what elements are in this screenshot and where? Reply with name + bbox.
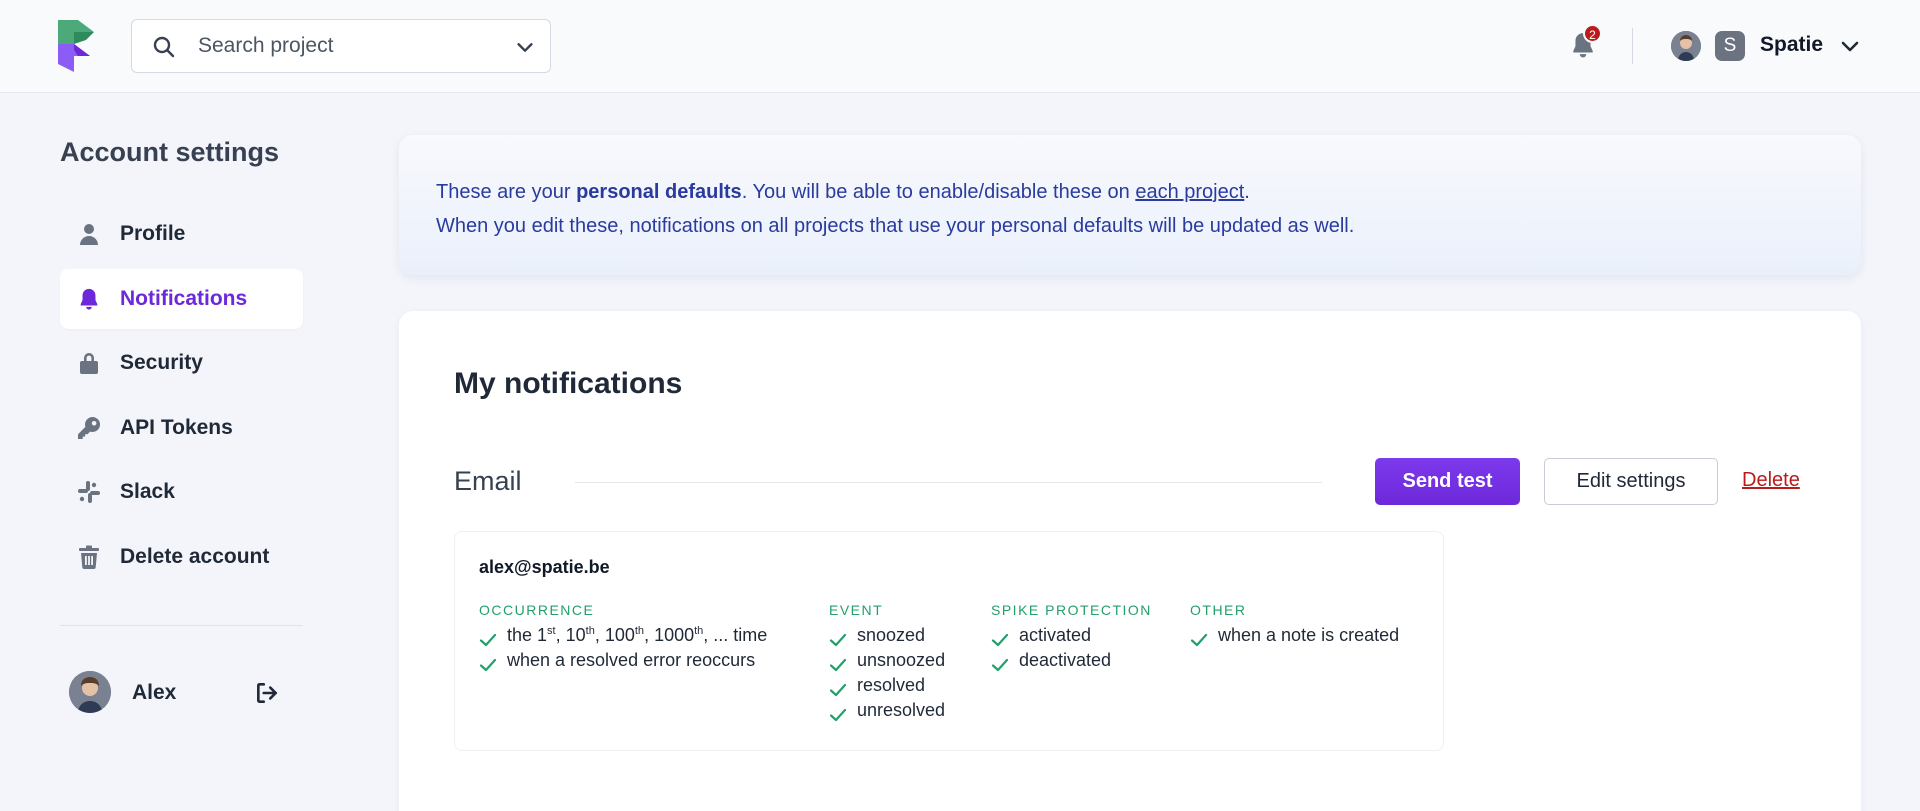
banner-line-2: When you edit these, notifications on al… (436, 215, 1355, 237)
settings-nav: Profile Notifications Security API Token… (60, 204, 303, 591)
sidebar-item-label: Delete account (120, 544, 270, 568)
list-item-label: unresolved (857, 700, 946, 720)
list-item: snoozed (829, 625, 945, 650)
sidebar-item-slack[interactable]: Slack (60, 462, 303, 522)
trash-icon (79, 545, 99, 569)
channel-title: Email (454, 466, 522, 496)
list-item-label: when a resolved error reoccurs (507, 650, 756, 670)
check-icon (829, 658, 847, 672)
sidebar-item-api-tokens[interactable]: API Tokens (60, 398, 303, 458)
sidebar-item-label: Slack (120, 480, 175, 503)
banner-text: These are your (436, 181, 577, 203)
edit-settings-button[interactable]: Edit settings (1544, 458, 1718, 505)
occurrence-text: , 10 (555, 625, 586, 645)
list-item-label: deactivated (1019, 650, 1112, 670)
occurrence-sup: st (547, 625, 556, 637)
user-name: Alex (132, 681, 177, 704)
chevron-down-icon[interactable] (514, 36, 536, 58)
check-icon (1190, 633, 1208, 647)
occurrence-text: , 100 (594, 625, 635, 645)
banner-line-1: These are your personal defaults. You wi… (436, 175, 1824, 209)
delete-link[interactable]: Delete (1742, 469, 1800, 492)
occurrence-column: OCCURRENCE the 1st, 10th, 100th, 1000th,… (479, 602, 767, 675)
banner-bold-text: personal defaults (576, 181, 742, 203)
divider (575, 482, 1322, 483)
divider (60, 625, 303, 626)
sidebar-item-label: Notifications (120, 286, 248, 310)
list-item-label: unsnoozed (857, 650, 946, 670)
sidebar-title: Account settings (60, 137, 280, 167)
occurrence-sup: th (694, 625, 704, 637)
sidebar-item-label: Profile (120, 222, 186, 245)
list-item: the 1st, 10th, 100th, 1000th, ... time (479, 625, 767, 650)
slack-icon (78, 481, 100, 503)
search-icon (153, 36, 175, 58)
list-item: when a note is created (1190, 625, 1399, 650)
email-address: alex@spatie.be (479, 557, 610, 577)
info-banner: These are your personal defaults. You wi… (399, 135, 1861, 275)
sidebar-item-profile[interactable]: Profile (60, 204, 303, 264)
project-search[interactable] (131, 19, 551, 73)
list-item: activated (991, 625, 1152, 650)
sidebar-item-label: API Tokens (120, 415, 233, 439)
sidebar-item-notifications[interactable]: Notifications (60, 268, 303, 329)
list-item: when a resolved error reoccurs (479, 650, 767, 675)
email-channel-box: alex@spatie.be OCCURRENCE the 1st, 10th,… (454, 531, 1444, 751)
sidebar-item-label: Security (120, 351, 203, 374)
occurrence-text: the 1 (507, 625, 548, 645)
avatar[interactable] (69, 671, 111, 713)
avatar[interactable] (1671, 31, 1701, 61)
occurrence-text: , ... time (703, 625, 768, 645)
list-item-label: activated (1019, 625, 1092, 645)
lock-icon (80, 353, 98, 374)
list-item: unsnoozed (829, 650, 945, 675)
divider (1632, 28, 1633, 64)
list-item: unresolved (829, 700, 945, 725)
column-heading: SPIKE PROTECTION (991, 602, 1152, 618)
check-icon (991, 658, 1009, 672)
sidebar-item-security[interactable]: Security (60, 333, 303, 393)
chevron-down-icon[interactable] (1838, 34, 1862, 58)
flare-logo-icon[interactable] (56, 18, 96, 74)
team-avatar[interactable]: S (1715, 31, 1745, 61)
page-title: My notifications (454, 367, 683, 400)
logout-icon[interactable] (254, 680, 280, 706)
team-name[interactable]: Spatie (1760, 33, 1823, 57)
search-input[interactable] (198, 30, 498, 62)
occurrence-sup: th (585, 625, 595, 637)
event-column: EVENT snoozed unsnoozed resolved unresol… (829, 602, 945, 725)
banner-text: . You will be able to enable/disable the… (741, 181, 1136, 203)
notification-count-badge: 2 (1583, 24, 1602, 43)
list-item-label: when a note is created (1218, 625, 1400, 645)
banner-text: . (1244, 181, 1250, 203)
notifications-card: My notifications Email Send test Edit se… (399, 311, 1861, 811)
check-icon (829, 633, 847, 647)
column-heading: OCCURRENCE (479, 602, 595, 618)
list-item: deactivated (991, 650, 1152, 675)
top-bar: 2 S Spatie (0, 0, 1920, 93)
occurrence-sup: th (634, 625, 645, 637)
list-item: resolved (829, 675, 945, 700)
each-project-link[interactable]: each project (1135, 181, 1244, 203)
check-icon (829, 708, 847, 722)
check-icon (991, 633, 1009, 647)
send-test-button[interactable]: Send test (1375, 458, 1520, 505)
bell-icon (80, 288, 98, 310)
list-item-label: snoozed (857, 625, 926, 645)
column-heading: EVENT (829, 602, 884, 618)
other-column: OTHER when a note is created (1190, 602, 1399, 650)
check-icon (479, 658, 497, 672)
sidebar-item-delete-account[interactable]: Delete account (60, 527, 303, 587)
check-icon (829, 683, 847, 697)
notifications-button[interactable]: 2 (1570, 24, 1602, 63)
spike-protection-column: SPIKE PROTECTION activated deactivated (991, 602, 1152, 675)
avatar-image (69, 671, 111, 713)
column-heading: OTHER (1190, 602, 1247, 618)
user-icon (80, 224, 98, 245)
key-icon (78, 416, 101, 439)
avatar-image (1671, 31, 1701, 61)
occurrence-text: , 1000 (644, 625, 695, 645)
list-item-label: resolved (857, 675, 926, 695)
check-icon (479, 633, 497, 647)
